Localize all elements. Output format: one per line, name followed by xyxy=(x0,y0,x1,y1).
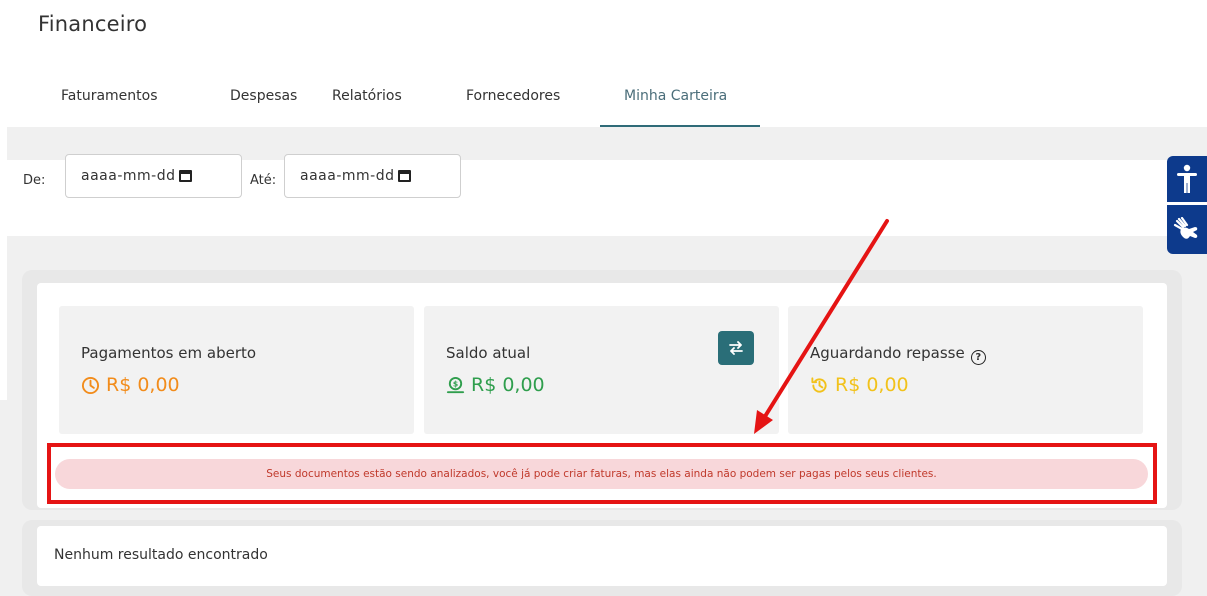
tab-relatorios[interactable]: Relatórios xyxy=(325,66,450,127)
swap-arrows-icon xyxy=(729,341,743,355)
to-date-placeholder: aaaa-mm-dd xyxy=(300,168,395,184)
stat-balance-value: R$ 0,00 xyxy=(471,374,545,396)
alert-message: Seus documentos estão sendo analizados, … xyxy=(266,468,937,480)
stat-balance-label: Saldo atual xyxy=(446,344,531,362)
from-date-placeholder: aaaa-mm-dd xyxy=(81,168,176,184)
tab-faturamentos[interactable]: Faturamentos xyxy=(45,66,200,127)
stat-open-payments-value-row: R$ 0,00 xyxy=(81,374,180,396)
tab-minha-carteira[interactable]: Minha Carteira xyxy=(600,66,760,127)
money-icon: $ xyxy=(446,376,465,393)
stat-pending-transfer: Aguardando repasse? R$ 0,00 xyxy=(788,306,1143,434)
calendar-icon[interactable] xyxy=(398,170,412,182)
tab-bar: Faturamentos Despesas Relatórios Fornece… xyxy=(45,66,760,127)
svg-text:$: $ xyxy=(453,379,458,388)
page-title: Financeiro xyxy=(38,12,148,36)
to-label: Até: xyxy=(250,173,277,188)
stat-pending-transfer-value: R$ 0,00 xyxy=(835,374,909,396)
stat-pending-transfer-value-row: R$ 0,00 xyxy=(810,374,909,396)
document-review-alert: Seus documentos estão sendo analizados, … xyxy=(55,459,1148,489)
stat-open-payments: Pagamentos em aberto R$ 0,00 xyxy=(59,306,414,434)
from-label: De: xyxy=(23,173,46,188)
results-panel: Nenhum resultado encontrado xyxy=(37,526,1167,586)
sign-language-hands-icon xyxy=(1173,216,1198,239)
empty-results-text: Nenhum resultado encontrado xyxy=(54,547,268,563)
stat-pending-transfer-label-row: Aguardando repasse? xyxy=(810,344,986,365)
accessibility-button[interactable] xyxy=(1167,156,1207,202)
transfer-button[interactable] xyxy=(718,331,754,365)
stat-open-payments-label: Pagamentos em aberto xyxy=(81,344,257,362)
stat-balance-value-row: $ R$ 0,00 xyxy=(446,374,545,396)
clock-icon xyxy=(81,376,100,394)
tab-despesas[interactable]: Despesas xyxy=(200,66,325,127)
accessibility-person-icon xyxy=(1177,164,1197,193)
left-strip xyxy=(0,0,7,400)
sign-language-button[interactable] xyxy=(1167,205,1207,254)
stat-balance: Saldo atual $ R$ 0,00 xyxy=(424,306,779,434)
help-icon[interactable]: ? xyxy=(970,350,986,365)
stat-open-payments-value: R$ 0,00 xyxy=(106,374,180,396)
from-date-input[interactable]: aaaa-mm-dd xyxy=(65,154,242,198)
to-date-input[interactable]: aaaa-mm-dd xyxy=(284,154,461,198)
calendar-icon[interactable] xyxy=(179,170,193,182)
tab-fornecedores[interactable]: Fornecedores xyxy=(450,66,600,127)
date-filter-bar: De: aaaa-mm-dd Até: aaaa-mm-dd xyxy=(7,154,1207,236)
header: Financeiro Faturamentos Despesas Relatór… xyxy=(7,0,1207,127)
history-icon xyxy=(811,376,827,393)
stat-pending-transfer-label: Aguardando repasse xyxy=(810,344,965,362)
